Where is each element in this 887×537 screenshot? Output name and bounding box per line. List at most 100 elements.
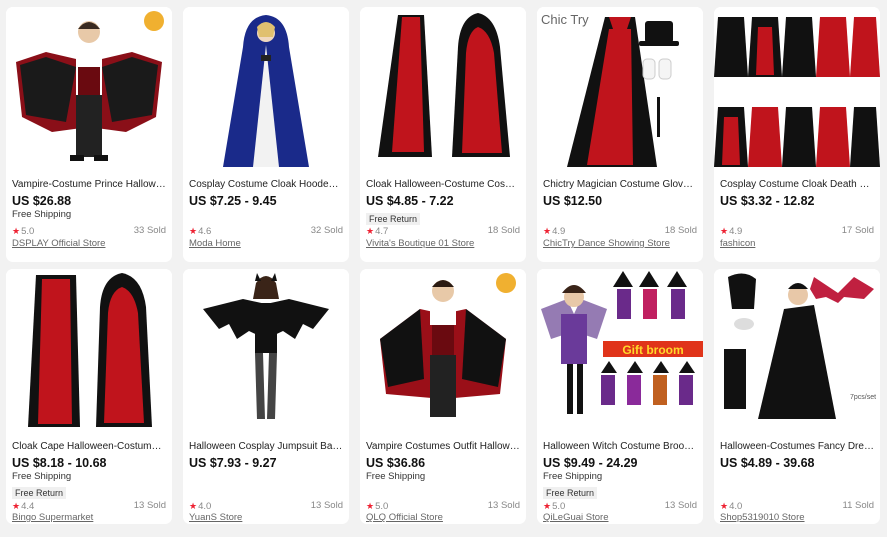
- product-card[interactable]: Halloween Cosplay Jumpsuit Batm... US $7…: [183, 269, 349, 524]
- rating-row: ★4.4 13 Sold: [12, 500, 166, 512]
- sold-count: 13 Sold: [664, 500, 697, 511]
- sold-count: 33 Sold: [133, 225, 166, 236]
- store-link[interactable]: QiLeGuai Store: [543, 512, 697, 524]
- brand-logo: Chic Try: [541, 12, 589, 27]
- star-icon: ★: [366, 226, 375, 236]
- rating-value: 4.0: [198, 501, 212, 512]
- star-icon: ★: [12, 226, 21, 236]
- rating-row: ★4.9 18 Sold: [543, 225, 697, 237]
- sold-count: 13 Sold: [133, 500, 166, 511]
- rating-row: ★4.0 11 Sold: [720, 500, 874, 512]
- sold-count: 32 Sold: [310, 225, 343, 236]
- free-return-badge: Free Return: [12, 487, 67, 499]
- product-price: US $3.32 - 12.82: [720, 194, 815, 208]
- sold-count: 13 Sold: [310, 500, 343, 511]
- product-price: US $4.89 - 39.68: [720, 456, 815, 470]
- shipping-label: Free Shipping: [12, 471, 72, 482]
- product-price: US $12.50: [543, 194, 603, 208]
- sold-count: 18 Sold: [487, 225, 520, 236]
- product-title[interactable]: Chictry Magician Costume Gloves-...: [543, 179, 697, 191]
- star-icon: ★: [189, 501, 198, 511]
- star-icon: ★: [543, 226, 552, 236]
- product-card[interactable]: Cloak Halloween-Costume Cosplay... US $4…: [360, 7, 526, 262]
- product-image[interactable]: 7pcs/set: [714, 269, 880, 437]
- product-price: US $7.25 - 9.45: [189, 194, 277, 208]
- product-title[interactable]: Cosplay Costume Cloak Death Perf...: [720, 179, 874, 191]
- product-title[interactable]: Cloak Halloween-Costume Cosplay...: [366, 179, 520, 191]
- product-title[interactable]: Halloween Cosplay Jumpsuit Batm...: [189, 441, 343, 453]
- shipping-label: Free Shipping: [12, 209, 72, 220]
- product-card[interactable]: Vampire-Costume Prince Hallowee... US $2…: [6, 7, 172, 262]
- store-link[interactable]: YuanS Store: [189, 512, 343, 524]
- product-image[interactable]: [6, 7, 172, 175]
- rating-value: 4.4: [21, 501, 35, 512]
- product-card[interactable]: Chic Try Chictry Magician Costume Gloves…: [537, 7, 703, 262]
- product-title[interactable]: Cloak Cape Halloween-Costume C...: [12, 441, 166, 453]
- product-title[interactable]: Vampire Costumes Outfit Hallowe...: [366, 441, 520, 453]
- free-return-badge: Free Return: [366, 213, 421, 225]
- rating-value: 4.9: [552, 226, 566, 237]
- rating-value: 5.0: [21, 226, 35, 237]
- product-image[interactable]: [360, 269, 526, 437]
- rating-row: ★4.7 18 Sold: [366, 225, 520, 237]
- set-count-overlay: 7pcs/set: [850, 394, 876, 401]
- store-link[interactable]: Bingo Supermarket: [12, 512, 166, 524]
- rating-value: 4.7: [375, 226, 389, 237]
- product-title[interactable]: Cosplay Costume Cloak Hooded V...: [189, 179, 343, 191]
- promo-overlay-text: Gift broom: [622, 343, 683, 357]
- rating-value: 5.0: [375, 501, 389, 512]
- sold-count: 17 Sold: [841, 225, 874, 236]
- store-link[interactable]: QLQ Official Store: [366, 512, 520, 524]
- store-link[interactable]: Moda Home: [189, 238, 343, 250]
- rating-row: ★4.0 13 Sold: [189, 500, 343, 512]
- product-card[interactable]: Cloak Cape Halloween-Costume C... US $8.…: [6, 269, 172, 524]
- product-card[interactable]: Vampire Costumes Outfit Hallowe... US $3…: [360, 269, 526, 524]
- product-image[interactable]: [183, 7, 349, 175]
- product-image[interactable]: Gift broom: [537, 269, 703, 437]
- rating-row: ★5.0 13 Sold: [366, 500, 520, 512]
- product-title[interactable]: Vampire-Costume Prince Hallowee...: [12, 179, 166, 191]
- store-link[interactable]: Vivita's Boutique 01 Store: [366, 238, 520, 250]
- star-icon: ★: [720, 501, 729, 511]
- store-link[interactable]: Shop5319010 Store: [720, 512, 874, 524]
- product-grid: Vampire-Costume Prince Hallowee... US $2…: [0, 0, 887, 537]
- product-title[interactable]: Halloween-Costumes Fancy Dress ...: [720, 441, 874, 453]
- product-card[interactable]: Cosplay Costume Cloak Death Perf... US $…: [714, 7, 880, 262]
- rating-row: ★5.0 33 Sold: [12, 225, 166, 237]
- rating-value: 4.9: [729, 226, 743, 237]
- free-return-badge: Free Return: [543, 487, 598, 499]
- shipping-label: Free Shipping: [366, 471, 426, 482]
- rating-row: ★5.0 13 Sold: [543, 500, 697, 512]
- product-image[interactable]: Chic Try: [537, 7, 703, 175]
- product-image[interactable]: [714, 7, 880, 175]
- product-card[interactable]: 7pcs/set Halloween-Costumes Fancy Dress …: [714, 269, 880, 524]
- rating-value: 4.0: [729, 501, 743, 512]
- product-image[interactable]: [6, 269, 172, 437]
- product-card[interactable]: Cosplay Costume Cloak Hooded V... US $7.…: [183, 7, 349, 262]
- product-price: US $26.88: [12, 194, 72, 208]
- store-link[interactable]: fashicon: [720, 238, 874, 250]
- product-image[interactable]: [183, 269, 349, 437]
- star-icon: ★: [189, 226, 198, 236]
- star-icon: ★: [720, 226, 729, 236]
- star-icon: ★: [543, 501, 552, 511]
- sold-count: 11 Sold: [842, 500, 874, 511]
- rating-value: 5.0: [552, 501, 566, 512]
- product-price: US $8.18 - 10.68: [12, 456, 107, 470]
- sold-count: 13 Sold: [487, 500, 520, 511]
- store-link[interactable]: DSPLAY Official Store: [12, 238, 166, 250]
- product-image[interactable]: [360, 7, 526, 175]
- shipping-label: Free Shipping: [543, 471, 603, 482]
- product-price: US $36.86: [366, 456, 426, 470]
- product-card[interactable]: Gift broom Halloween Witch Costume Broom…: [537, 269, 703, 524]
- rating-row: ★4.9 17 Sold: [720, 225, 874, 237]
- product-price: US $7.93 - 9.27: [189, 456, 277, 470]
- store-link[interactable]: ChicTry Dance Showing Store: [543, 238, 697, 250]
- star-icon: ★: [366, 501, 375, 511]
- product-title[interactable]: Halloween Witch Costume Broom ...: [543, 441, 697, 453]
- rating-row: ★4.6 32 Sold: [189, 225, 343, 237]
- product-price: US $4.85 - 7.22: [366, 194, 454, 208]
- rating-value: 4.6: [198, 226, 212, 237]
- sold-count: 18 Sold: [664, 225, 697, 236]
- product-price: US $9.49 - 24.29: [543, 456, 638, 470]
